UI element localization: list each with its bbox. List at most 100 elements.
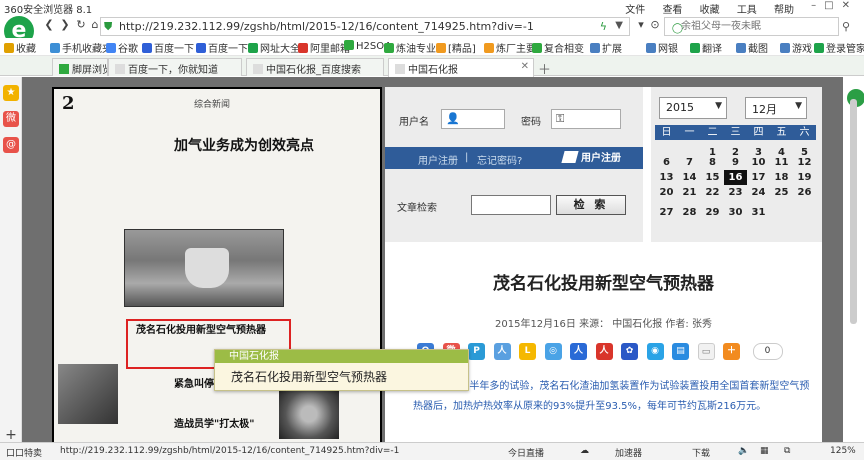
add-icon[interactable]: + <box>3 427 19 443</box>
paper-boxed-title[interactable]: 茂名石化投用新型空气预热器 <box>136 321 266 336</box>
tab-close-icon[interactable]: ✕ <box>521 61 529 72</box>
lightning-icon[interactable]: ϟ <box>600 20 607 33</box>
bookmark-item[interactable]: 登录管家 <box>814 40 864 55</box>
tab-screen-browse[interactable]: 脚屏浏览 <box>52 58 108 76</box>
calendar-day[interactable]: 22 <box>701 185 724 200</box>
status-restore-icon[interactable]: ⧉ <box>784 446 790 456</box>
search-button[interactable]: 检 索 <box>556 195 626 215</box>
status-speaker-icon[interactable]: 🔈 <box>738 446 749 456</box>
tab-baidu-search[interactable]: 中国石化报_百度搜索 <box>246 58 384 76</box>
calendar-day[interactable]: 18 <box>770 170 793 185</box>
paper-title[interactable]: 造战员学"打太极" <box>174 415 254 430</box>
expand-icon[interactable]: ▾ <box>634 18 648 32</box>
share-renren-icon[interactable]: 人 <box>493 343 511 360</box>
status-download[interactable]: 下载 <box>692 446 710 459</box>
calendar-day[interactable]: 20 <box>655 185 678 200</box>
bookmark-item[interactable]: 扩展 <box>590 40 622 55</box>
bookmark-item[interactable]: 复合相变 <box>532 40 584 55</box>
star-icon[interactable]: ★ <box>3 85 19 101</box>
bookmark-item[interactable]: 炼厂主要 <box>484 40 536 55</box>
username-input[interactable]: 👤 <box>441 109 505 129</box>
paper-title[interactable]: 紧急叫停 <box>174 375 214 390</box>
calendar-day[interactable]: 19 <box>793 170 816 185</box>
calendar-day[interactable]: 14 <box>678 170 701 185</box>
search-box[interactable]: ◯ <box>664 17 839 36</box>
calendar-day[interactable]: 6 <box>655 155 678 170</box>
status-deals[interactable]: 口口特卖 <box>6 446 42 459</box>
share-letv-icon[interactable]: L <box>519 343 536 360</box>
bookmark-item[interactable]: 百度一下 <box>142 40 194 55</box>
status-cloud-icon[interactable]: ☁ <box>580 446 589 456</box>
calendar-day[interactable]: 27 <box>655 205 678 220</box>
search-icon[interactable]: ⚲ <box>842 20 850 33</box>
calendar-day[interactable]: 7 <box>678 155 701 170</box>
bookmark-item[interactable]: [精品] <box>436 40 476 55</box>
archive-search-input[interactable] <box>471 195 551 215</box>
status-zoom[interactable]: 125% <box>830 446 856 456</box>
bookmark-item[interactable]: 百度一下 <box>196 40 248 55</box>
share-copy-icon[interactable]: ▭ <box>697 343 715 360</box>
weibo-icon[interactable]: 微 <box>3 111 19 127</box>
calendar-day[interactable]: 31 <box>747 205 770 220</box>
calendar-day[interactable]: 21 <box>678 185 701 200</box>
bookmark-item[interactable]: 网址大全 <box>248 40 300 55</box>
calendar-day[interactable]: 26 <box>793 185 816 200</box>
register-link[interactable]: 用户注册 <box>418 152 458 167</box>
share-douban-icon[interactable]: ◎ <box>544 343 562 360</box>
calendar-day[interactable]: 25 <box>770 185 793 200</box>
share-renren2-icon[interactable]: 人 <box>570 343 587 360</box>
vertical-scrollbar[interactable] <box>843 77 864 442</box>
share-print-icon[interactable]: ▤ <box>672 343 689 360</box>
status-live[interactable]: 今日直播 <box>508 446 544 459</box>
scrollbar-thumb[interactable] <box>850 99 857 324</box>
paper-headline[interactable]: 加气业务成为创效亮点 <box>174 135 314 155</box>
year-select[interactable]: 2015 ▼ <box>659 97 727 119</box>
tab-sinopec-news[interactable]: 中国石化报 ✕ <box>388 58 534 77</box>
status-accelerator[interactable]: 加速器 <box>615 446 642 459</box>
minimize-icon[interactable]: – <box>811 0 824 11</box>
calendar-day[interactable]: 17 <box>747 170 770 185</box>
mail-icon[interactable]: @ <box>3 137 19 153</box>
status-grid-icon[interactable]: ▦ <box>760 446 769 456</box>
calendar-day[interactable]: 8 <box>701 155 724 170</box>
bookmark-item[interactable]: 手机收藏夹 <box>50 40 112 55</box>
calendar-day[interactable]: 12 <box>793 155 816 170</box>
forgot-password-link[interactable]: 忘记密码? <box>477 152 522 167</box>
bookmark-item[interactable]: 翻译 <box>690 40 722 55</box>
calendar-day[interactable]: 29 <box>701 205 724 220</box>
bookmark-item[interactable]: 炼油专业 <box>384 40 436 55</box>
share-tencent-icon[interactable]: P <box>468 343 485 360</box>
share-world-icon[interactable]: ◉ <box>646 343 664 360</box>
bookmark-item[interactable]: 截图 <box>736 40 768 55</box>
calendar-day[interactable]: 28 <box>678 205 701 220</box>
back-icon[interactable]: ❮ <box>42 18 56 32</box>
calendar-day[interactable]: 13 <box>655 170 678 185</box>
bookmark-item[interactable]: 网银 <box>646 40 678 55</box>
search-input[interactable] <box>681 19 833 34</box>
calendar-day[interactable]: 30 <box>724 205 747 220</box>
calendar-day[interactable]: 9 <box>724 155 747 170</box>
url-input[interactable]: ⛊ http://219.232.112.99/zgshb/html/2015-… <box>100 17 630 36</box>
calendar-day[interactable]: 23 <box>724 185 747 200</box>
bookmark-item[interactable]: 游戏 <box>780 40 812 55</box>
close-icon[interactable]: ✕ <box>842 0 858 11</box>
share-more-icon[interactable]: ＋ <box>723 343 740 360</box>
chevron-down-icon[interactable]: ▼ <box>615 20 623 31</box>
calendar-day[interactable]: 15 <box>701 170 724 185</box>
refresh-icon[interactable]: ↻ <box>74 18 88 32</box>
calendar-day[interactable]: 10 <box>747 155 770 170</box>
bookmark-item[interactable]: 阿里邮箱 <box>298 40 350 55</box>
bookmark-item[interactable]: 收藏 <box>4 40 36 55</box>
calendar-day[interactable]: 11 <box>770 155 793 170</box>
calendar-day[interactable]: 24 <box>747 185 770 200</box>
maximize-icon[interactable]: □ <box>824 0 841 11</box>
calendar-day[interactable]: 16 <box>724 170 747 185</box>
search-engine-icon[interactable]: ⊙ <box>648 18 662 32</box>
register-button[interactable]: 用户注册 <box>561 149 641 167</box>
bookmark-item[interactable]: 谷歌 <box>106 40 138 55</box>
share-paw-icon[interactable]: ✿ <box>621 343 638 360</box>
password-input[interactable]: ⚿ <box>551 109 621 129</box>
share-baidu-icon[interactable]: 人 <box>595 343 613 360</box>
forward-icon[interactable]: ❯ <box>58 18 72 32</box>
tab-baidu[interactable]: 百度一下，你就知道 <box>108 58 242 76</box>
